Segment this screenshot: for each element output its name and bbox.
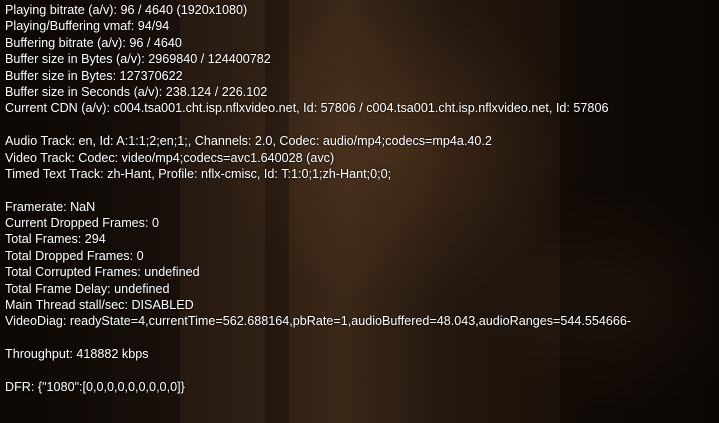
stat-audio-track: Audio Track: en, Id: A:1:1;2;en;1;, Chan… (5, 134, 492, 149)
stat-buffer-size-bytes-av: Buffer size in Bytes (a/v): 2969840 / 12… (5, 52, 271, 67)
stat-throughput: Throughput: 418882 kbps (5, 347, 149, 362)
stat-video-track: Video Track: Codec: video/mp4;codecs=avc… (5, 150, 335, 165)
section-spacer (5, 117, 719, 133)
stat-main-thread-stall: Main Thread stall/sec: DISABLED (5, 298, 194, 313)
stat-current-dropped-frames: Current Dropped Frames: 0 (5, 216, 159, 231)
stat-current-cdn: Current CDN (a/v): c004.tsa001.cht.isp.n… (5, 101, 609, 116)
stat-total-corrupted-frames: Total Corrupted Frames: undefined (5, 265, 200, 280)
stat-timed-text-track: Timed Text Track: zh-Hant, Profile: nflx… (5, 166, 392, 181)
stat-framerate: Framerate: NaN (5, 199, 96, 214)
section-spacer (5, 330, 719, 346)
stat-playing-bitrate: Playing bitrate (a/v): 96 / 4640 (1920x1… (5, 3, 248, 17)
stat-playing-buffering-vmaf: Playing/Buffering vmaf: 94/94 (5, 19, 170, 34)
stat-buffer-size-seconds: Buffer size in Seconds (a/v): 238.124 / … (5, 84, 268, 99)
stat-total-dropped-frames: Total Dropped Frames: 0 (5, 248, 144, 263)
stat-total-frame-delay: Total Frame Delay: undefined (5, 281, 170, 296)
stat-buffer-size-bytes: Buffer size in Bytes: 127370622 (5, 68, 183, 83)
stat-buffering-bitrate: Buffering bitrate (a/v): 96 / 4640 (5, 35, 182, 50)
playback-stats-overlay: Playing bitrate (a/v): 96 / 4640 (1920x1… (5, 2, 719, 395)
stat-dfr: DFR: {"1080":[0,0,0,0,0,0,0,0,0]} (5, 379, 185, 394)
section-spacer (5, 182, 719, 198)
stat-video-diag: VideoDiag: readyState=4,currentTime=562.… (5, 314, 632, 329)
stat-total-frames: Total Frames: 294 (5, 232, 106, 247)
section-spacer (5, 363, 719, 379)
